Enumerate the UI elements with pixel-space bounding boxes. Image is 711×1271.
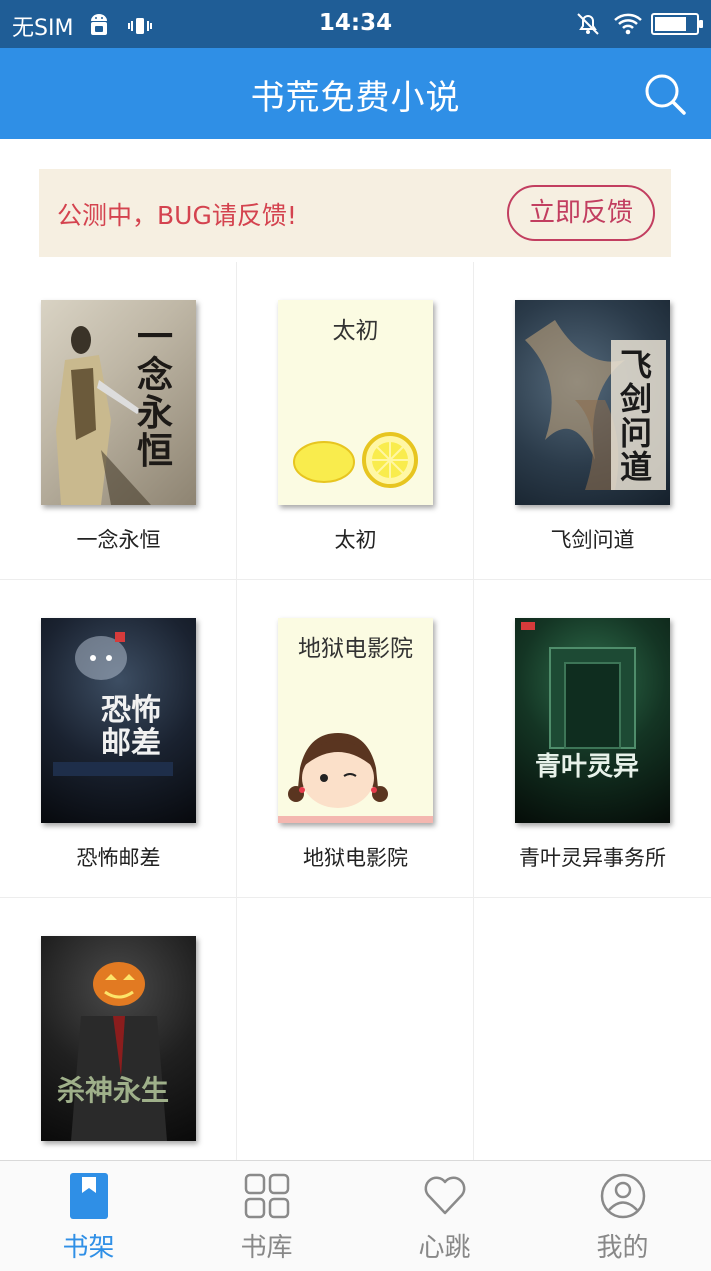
book-title: 青叶灵异事务所 [519,846,666,870]
status-bar: 无SIM 14:34 [0,0,711,48]
empty-slot [237,898,474,1160]
user-icon [600,1173,646,1219]
book-cover[interactable]: 青叶灵异 [515,618,670,823]
mute-bell-icon [575,11,601,37]
bookmark-icon [66,1173,112,1219]
book-cover[interactable]: 飞剑问道 [515,300,670,505]
tab-bookshelf[interactable]: 书架 [0,1161,177,1271]
book-title: 飞剑问道 [550,528,635,552]
book-title: 地狱电影院 [303,846,408,870]
screen: 无SIM 14:34 书荒免费小说 公测中，BUG请反馈! 立即反馈 一念 永恒… [0,0,711,1271]
notice-text: 公测中，BUG请反馈! [57,201,297,230]
wifi-icon [613,11,642,37]
bottom-nav: 书架 书库 心跳 我的 [0,1160,711,1271]
cover-title-text: 一念 永恒 [136,316,173,472]
cover-title-text: 青叶灵异 [535,752,640,782]
battery-icon [651,13,703,35]
tab-label: 心跳 [418,1233,471,1263]
book-cover[interactable]: 太初 [278,300,433,505]
book-cover[interactable]: 一念 永恒 [41,300,196,505]
tab-label: 我的 [596,1233,649,1263]
book-cover[interactable]: 地狱电影院 [278,618,433,823]
bookshelf-grid: 一念 永恒 一念永恒 太初 太初 飞 剑 问 道 飞剑问道 恐怖 邮差 恐怖邮差… [0,262,711,1160]
girl-illustration [278,733,433,823]
feedback-button[interactable]: 立即反馈 [507,185,655,241]
search-icon[interactable] [643,72,687,116]
book-item[interactable]: 杀神永生 [0,898,237,1160]
empty-slot [474,898,711,1160]
cover-title-text: 飞剑问道 [619,346,652,486]
book-cover[interactable]: 杀神永生 [41,936,196,1141]
app-bar: 书荒免费小说 [0,48,711,139]
cover-title-text: 杀神永生 [57,1074,170,1107]
book-item[interactable]: 青叶灵异 青叶灵异事务所 [474,580,711,898]
book-item[interactable]: 地狱电影院 地狱电影院 [237,580,474,898]
grid-icon [244,1173,290,1219]
tab-label: 书架 [62,1233,115,1263]
cover-title-text: 恐怖 邮差 [101,693,161,761]
book-title: 太初 [334,528,377,552]
book-item[interactable]: 恐怖 邮差 恐怖邮差 [0,580,237,898]
book-item[interactable]: 一念 永恒 一念永恒 [0,262,237,580]
book-title: 一念永恒 [76,528,161,552]
app-title: 书荒免费小说 [250,78,461,118]
tab-label: 书库 [240,1233,293,1263]
book-title: 恐怖邮差 [76,846,161,870]
battery-level [655,17,687,31]
feedback-notice: 公测中，BUG请反馈! 立即反馈 [39,169,671,257]
book-item[interactable]: 太初 太初 [237,262,474,580]
book-cover[interactable]: 恐怖 邮差 [41,618,196,823]
book-item[interactable]: 飞剑问道 飞剑问道 [474,262,711,580]
tab-profile[interactable]: 我的 [534,1161,711,1271]
tab-heartbeat[interactable]: 心跳 [356,1161,533,1271]
lemon-illustration [293,432,418,488]
heart-icon [422,1173,468,1219]
tab-library[interactable]: 书库 [178,1161,355,1271]
